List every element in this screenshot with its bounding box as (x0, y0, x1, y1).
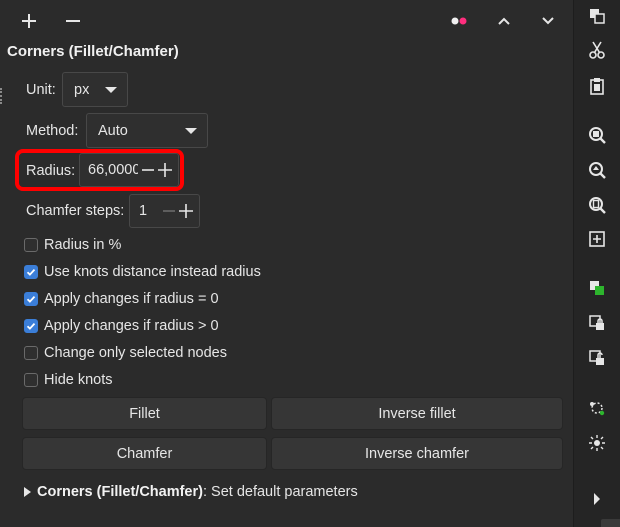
effect-visibility-button[interactable] (447, 9, 471, 33)
help-title: Corners (Fillet/Chamfer) (37, 484, 203, 500)
chamfer-steps-label: Chamfer steps: (26, 203, 125, 219)
snap-button[interactable] (585, 396, 609, 420)
chamfer-steps-spinbox[interactable]: 1 (129, 194, 200, 228)
unit-select[interactable]: px (62, 72, 128, 107)
zoom-selection-icon (589, 127, 606, 144)
chevron-up-icon (498, 17, 510, 25)
checkbox-box[interactable] (24, 265, 38, 279)
dots-icon (451, 17, 467, 25)
paste-icon (590, 78, 604, 95)
zoom-page-button[interactable] (585, 193, 609, 217)
chevron-down-icon (542, 17, 554, 25)
checkbox-box[interactable] (24, 292, 38, 306)
inverse-fillet-button[interactable]: Inverse fillet (271, 397, 563, 430)
checkbox-label: Radius in % (44, 237, 122, 253)
chamfer-steps-value[interactable]: 1 (130, 203, 147, 219)
checkbox-label: Apply changes if radius = 0 (44, 291, 219, 307)
checkbox-label: Use knots distance instead radius (44, 264, 261, 280)
move-down-button[interactable] (536, 9, 560, 33)
use-knots-distance-checkbox[interactable]: Use knots distance instead radius (24, 264, 261, 280)
unlock-button[interactable] (585, 346, 609, 370)
apply-radius-zero-checkbox[interactable]: Apply changes if radius = 0 (24, 291, 219, 307)
inverse-chamfer-button[interactable]: Inverse chamfer (271, 437, 563, 470)
more-commands-button[interactable] (585, 487, 609, 511)
panel-title: Corners (Fillet/Chamfer) (7, 43, 179, 60)
center-button[interactable] (585, 431, 609, 455)
remove-effect-button[interactable] (61, 9, 85, 33)
zoom-page-icon (589, 197, 606, 214)
chevron-down-icon (105, 86, 117, 93)
method-select[interactable]: Auto (86, 113, 208, 148)
cut-button[interactable] (585, 38, 609, 62)
check-icon (26, 295, 36, 303)
radius-highlight (15, 149, 184, 191)
center-icon (589, 435, 605, 451)
plus-icon[interactable] (179, 204, 193, 218)
help-expander[interactable]: Corners (Fillet/Chamfer): Set default pa… (24, 484, 358, 500)
checkbox-box[interactable] (24, 319, 38, 333)
chamfer-button[interactable]: Chamfer (22, 437, 267, 470)
help-text: Corners (Fillet/Chamfer): Set default pa… (37, 484, 358, 500)
checkbox-label: Change only selected nodes (44, 345, 227, 361)
selected-nodes-checkbox[interactable]: Change only selected nodes (24, 345, 227, 361)
unit-value: px (74, 81, 90, 98)
resize-grip[interactable] (601, 519, 620, 527)
cut-icon (589, 41, 605, 59)
minus-icon (66, 20, 80, 22)
lock-icon (589, 315, 604, 330)
triangle-right-icon (24, 487, 31, 497)
duplicate-button[interactable] (585, 4, 609, 28)
plus-icon (22, 14, 36, 28)
checkbox-box[interactable] (24, 346, 38, 360)
checkbox-label: Hide knots (44, 372, 113, 388)
resize-handle[interactable] (0, 88, 5, 104)
hide-knots-checkbox[interactable]: Hide knots (24, 372, 113, 388)
zoom-fit-button[interactable] (585, 227, 609, 251)
unlock-icon (589, 350, 604, 365)
help-desc: : Set default parameters (202, 484, 358, 500)
radius-percent-checkbox[interactable]: Radius in % (24, 237, 121, 253)
zoom-selection-button[interactable] (585, 123, 609, 147)
unit-label: Unit: (26, 82, 56, 98)
checkbox-box[interactable] (24, 373, 38, 387)
zoom-drawing-button[interactable] (585, 158, 609, 182)
fill-stroke-button[interactable] (585, 276, 609, 300)
snap-icon (590, 402, 605, 416)
add-effect-button[interactable] (17, 9, 41, 33)
zoom-fit-icon (589, 231, 605, 247)
apply-radius-positive-checkbox[interactable]: Apply changes if radius > 0 (24, 318, 219, 334)
method-value: Auto (98, 122, 128, 139)
paste-button[interactable] (585, 74, 609, 98)
check-icon (26, 322, 36, 330)
lpe-panel: Corners (Fillet/Chamfer) Unit: px Method… (0, 0, 573, 527)
method-label: Method: (26, 123, 79, 139)
minus-icon[interactable] (162, 204, 176, 218)
chevron-down-icon (185, 127, 197, 134)
commands-bar (573, 0, 620, 527)
zoom-drawing-icon (589, 162, 606, 179)
more-icon (594, 493, 600, 505)
check-icon (26, 268, 36, 276)
lock-button[interactable] (585, 311, 609, 335)
fill-icon (590, 281, 604, 295)
checkbox-box[interactable] (24, 238, 38, 252)
duplicate-icon (590, 9, 605, 24)
fillet-button[interactable]: Fillet (22, 397, 267, 430)
checkbox-label: Apply changes if radius > 0 (44, 318, 219, 334)
move-up-button[interactable] (492, 9, 516, 33)
